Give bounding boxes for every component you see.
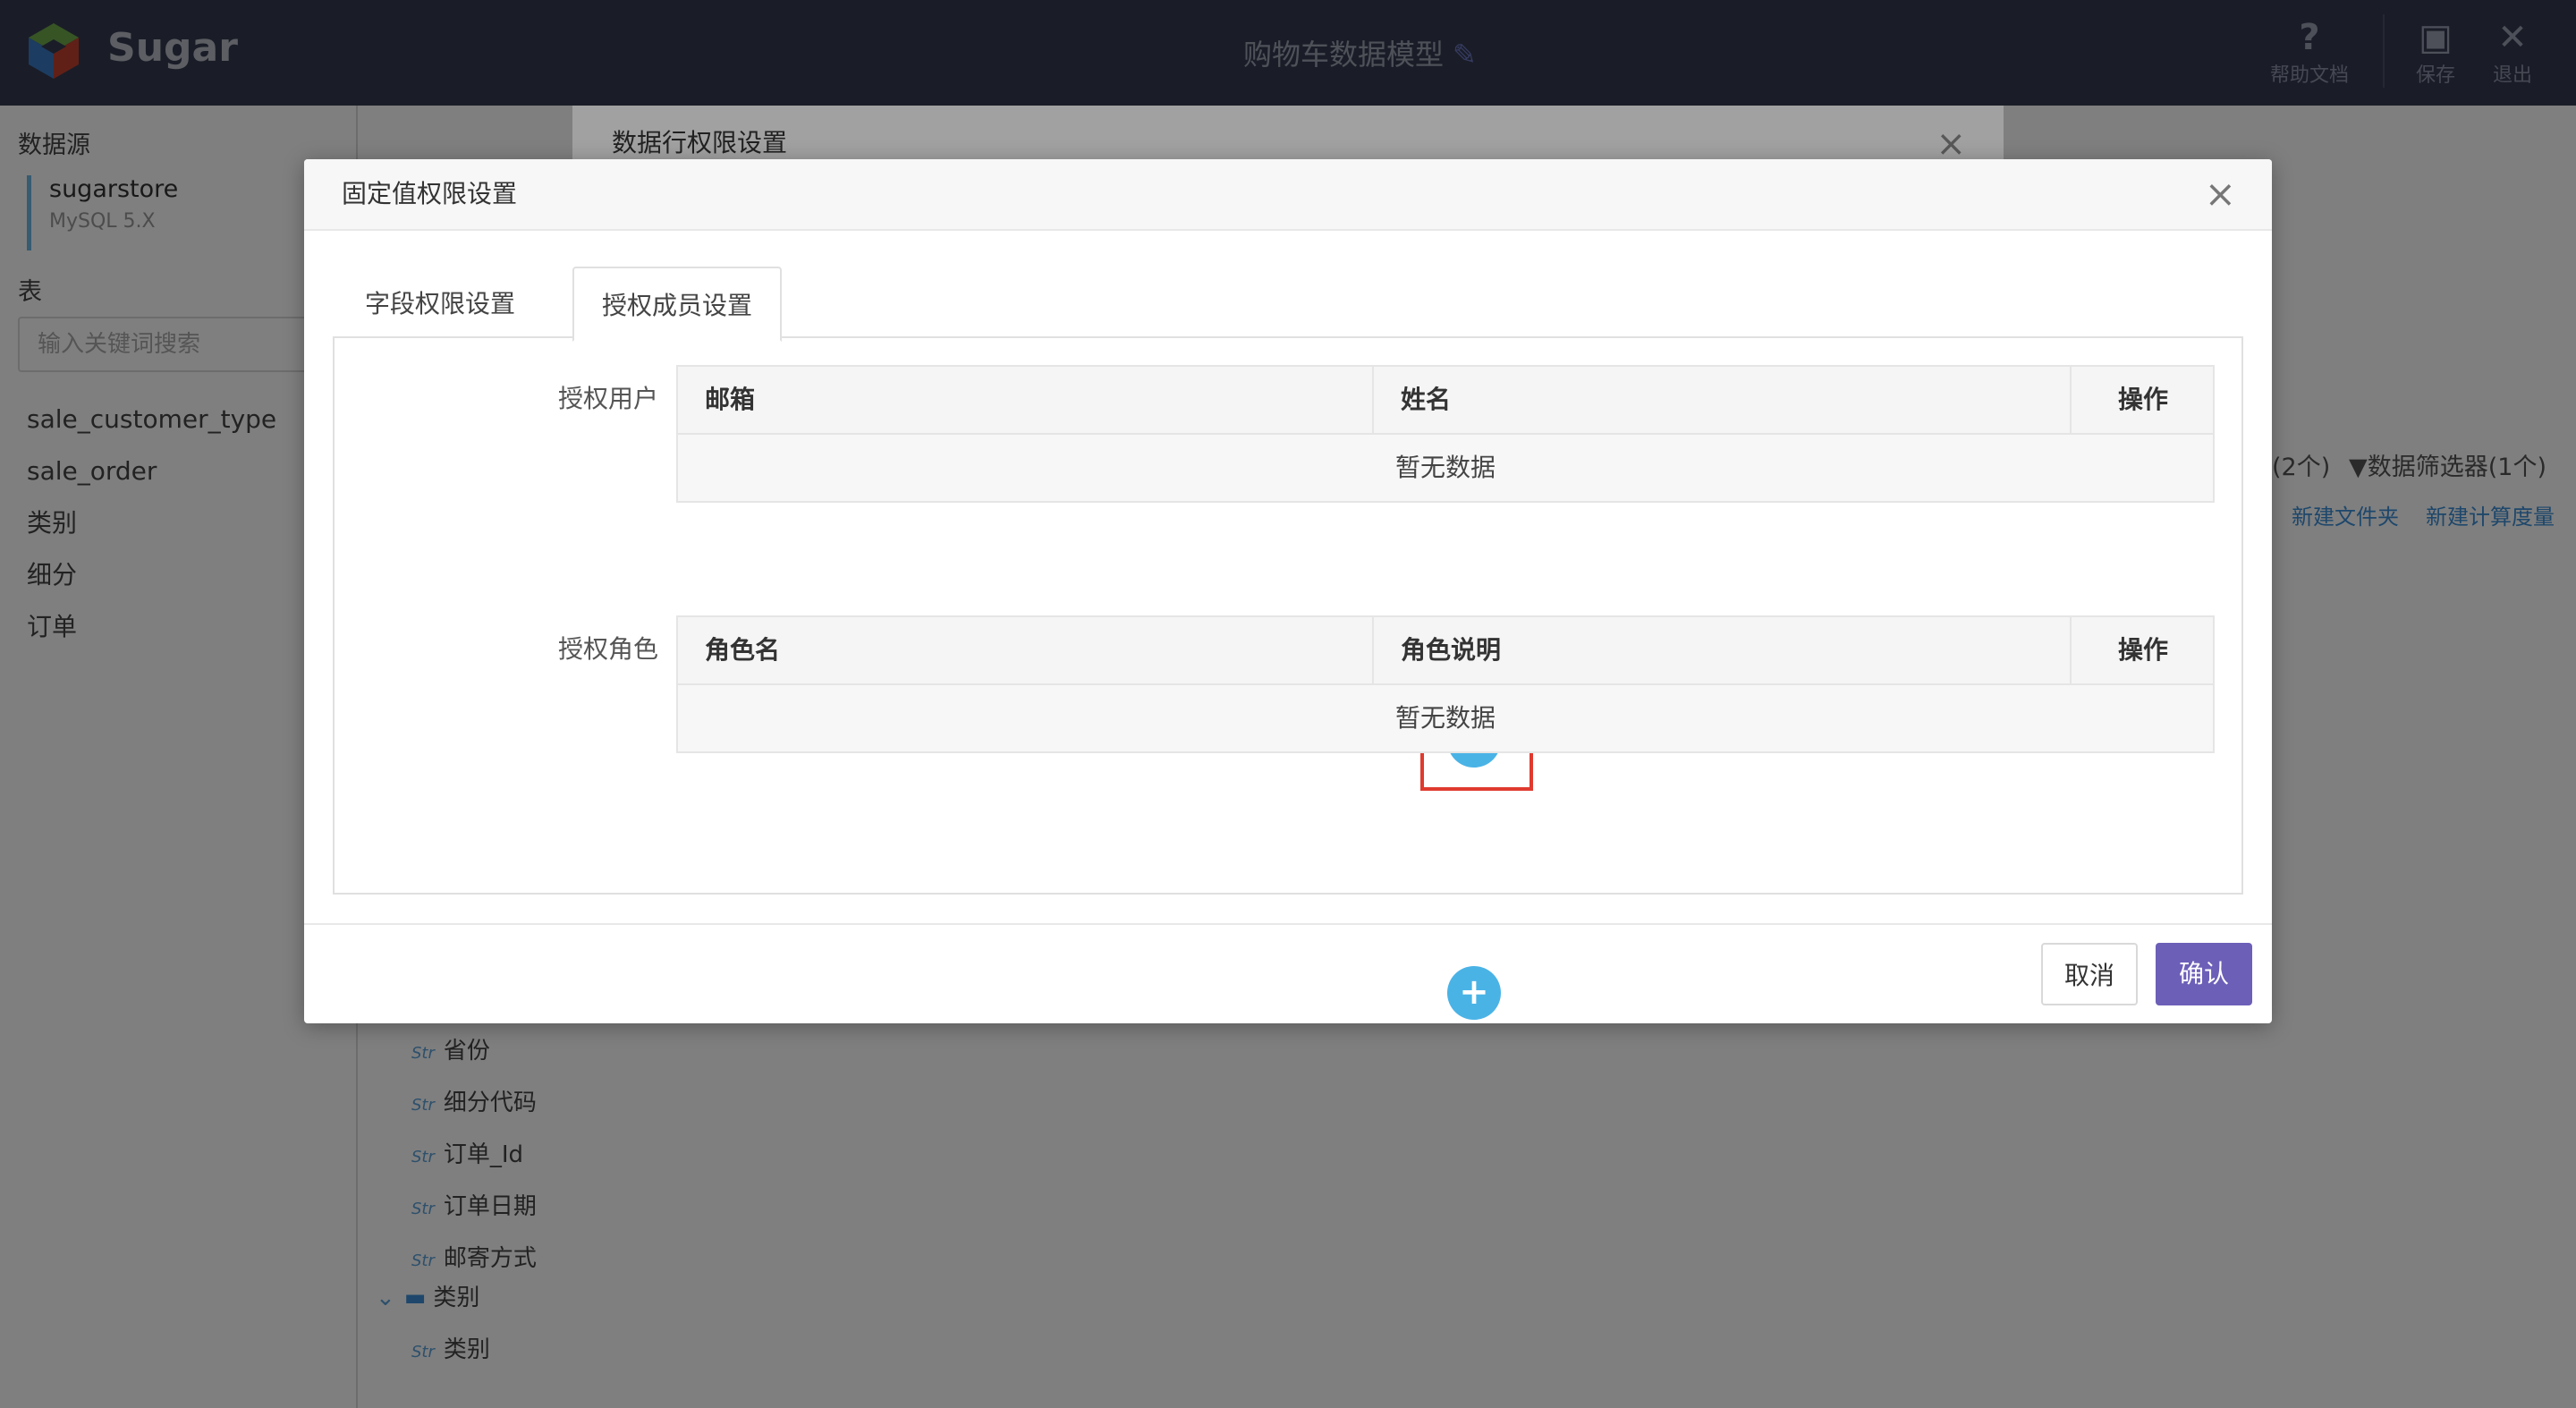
column-role-description: 角色说明 xyxy=(1401,635,1502,665)
authorized-users-label: 授权用户 xyxy=(558,384,659,413)
roles-table: 角色名 角色说明 操作 暂无数据 xyxy=(676,615,2215,753)
empty-state: 暂无数据 xyxy=(678,435,2213,501)
table-header: 角色名 角色说明 操作 xyxy=(678,617,2213,685)
users-table: 邮箱 姓名 操作 暂无数据 xyxy=(676,365,2215,503)
tab-field-permission[interactable]: 字段权限设置 xyxy=(333,267,547,338)
cancel-button[interactable]: 取消 xyxy=(2041,943,2138,1005)
column-name: 姓名 xyxy=(1401,385,1452,414)
close-icon[interactable]: × xyxy=(2205,172,2236,216)
column-email: 邮箱 xyxy=(705,385,756,414)
table-header: 邮箱 姓名 操作 xyxy=(678,367,2213,435)
add-role-button[interactable]: + xyxy=(1447,966,1501,1020)
dialog-footer-divider xyxy=(304,923,2272,925)
fixed-value-permission-dialog: 固定值权限设置 × 字段权限设置 授权成员设置 授权用户 邮箱 姓名 操作 暂无… xyxy=(304,159,2272,1023)
confirm-button[interactable]: 确认 xyxy=(2156,943,2252,1005)
column-action: 操作 xyxy=(2118,635,2169,665)
column-divider xyxy=(2070,617,2072,683)
column-role-name: 角色名 xyxy=(705,635,781,665)
column-action: 操作 xyxy=(2118,385,2169,414)
tab-panel: 授权用户 邮箱 姓名 操作 暂无数据 + 授权角色 角色名 角色说明 操作 暂无… xyxy=(333,336,2243,1020)
authorized-roles-label: 授权角色 xyxy=(558,634,659,664)
dialog-title: 固定值权限设置 xyxy=(304,159,2272,231)
column-divider xyxy=(1372,617,1374,683)
column-divider xyxy=(2070,367,2072,433)
column-divider xyxy=(1372,367,1374,433)
empty-state: 暂无数据 xyxy=(678,685,2213,751)
tab-member-permission[interactable]: 授权成员设置 xyxy=(572,267,782,342)
